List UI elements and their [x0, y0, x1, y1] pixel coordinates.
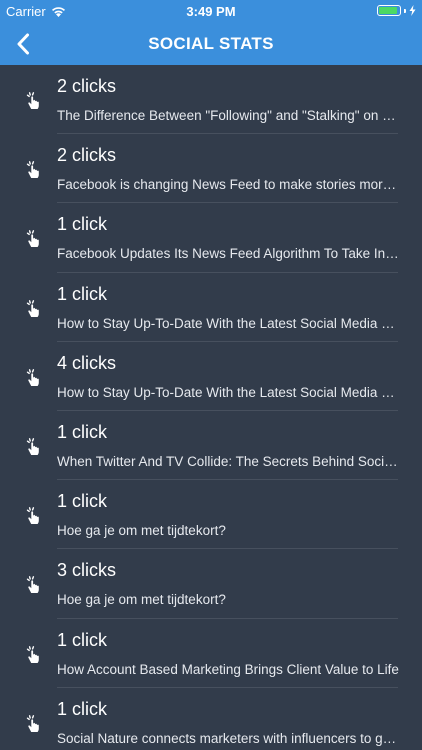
click-icon	[26, 161, 39, 179]
article-title: The Difference Between "Following" and "…	[57, 108, 399, 123]
status-bar: Carrier 3:49 PM	[0, 0, 422, 22]
click-count: 1 click	[57, 491, 108, 512]
navigation-bar: SOCIAL STATS	[0, 22, 422, 65]
list-item[interactable]: 1 click Hoe ga je om met tijdtekort?	[0, 480, 422, 550]
click-icon	[26, 507, 39, 525]
article-title: Social Nature connects marketers with in…	[57, 730, 399, 746]
click-count: 1 click	[57, 421, 108, 442]
battery-tip	[404, 8, 406, 13]
click-icon	[26, 299, 39, 317]
click-count: 3 clicks	[57, 560, 117, 581]
page-title: SOCIAL STATS	[148, 34, 274, 53]
click-icon	[26, 645, 39, 663]
list-item[interactable]: 2 clicks The Difference Between "Followi…	[0, 65, 422, 135]
click-icon	[26, 92, 39, 109]
click-count: 4 clicks	[57, 352, 117, 373]
list-item[interactable]: 1 click How Account Based Marketing Brin…	[0, 619, 422, 688]
battery-icon	[377, 5, 401, 16]
click-icon	[26, 438, 39, 455]
battery-fill	[379, 7, 397, 14]
article-title: Hoe ga je om met tijdtekort?	[57, 523, 226, 539]
list-item[interactable]: 2 clicks Facebook is changing News Feed …	[0, 134, 422, 204]
header: Carrier 3:49 PM SOCIAL STATS	[0, 0, 422, 65]
click-count: 1 click	[57, 283, 108, 304]
stats-list[interactable]: 2 clicks The Difference Between "Followi…	[0, 65, 422, 750]
article-title: Hoe ga je om met tijdtekort?	[57, 592, 226, 608]
click-icon	[26, 368, 39, 386]
list-item[interactable]: 1 click Social Nature connects marketers…	[0, 688, 422, 750]
list-item[interactable]: 3 clicks Hoe ga je om met tijdtekort?	[0, 549, 422, 619]
click-count: 1 click	[57, 214, 108, 235]
article-title: How Account Based Marketing Brings Clien…	[57, 661, 399, 677]
article-title: How to Stay Up-To-Date With the Latest S…	[57, 315, 399, 331]
list-item[interactable]: 1 click Facebook Updates Its News Feed A…	[0, 203, 422, 273]
click-icon	[26, 230, 39, 248]
list-item[interactable]: 4 clicks How to Stay Up-To-Date With the…	[0, 342, 422, 411]
click-count: 1 click	[57, 698, 108, 719]
battery-indicator	[377, 5, 416, 16]
click-count: 2 clicks	[57, 145, 117, 166]
list-item[interactable]: 1 click When Twitter And TV Collide: The…	[0, 411, 422, 481]
article-title: Facebook Updates Its News Feed Algorithm…	[57, 246, 399, 262]
list-item[interactable]: 1 click How to Stay Up-To-Date With the …	[0, 273, 422, 342]
click-icon	[26, 576, 39, 594]
click-count: 1 click	[57, 629, 108, 650]
article-title: Facebook is changing News Feed to make s…	[57, 177, 399, 193]
clock: 3:49 PM	[186, 4, 236, 19]
charging-bolt-icon	[409, 5, 416, 16]
click-icon	[26, 714, 39, 732]
click-count: 2 clicks	[57, 76, 117, 96]
article-title: When Twitter And TV Collide: The Secrets…	[57, 453, 399, 469]
article-title: How to Stay Up-To-Date With the Latest S…	[57, 384, 399, 400]
